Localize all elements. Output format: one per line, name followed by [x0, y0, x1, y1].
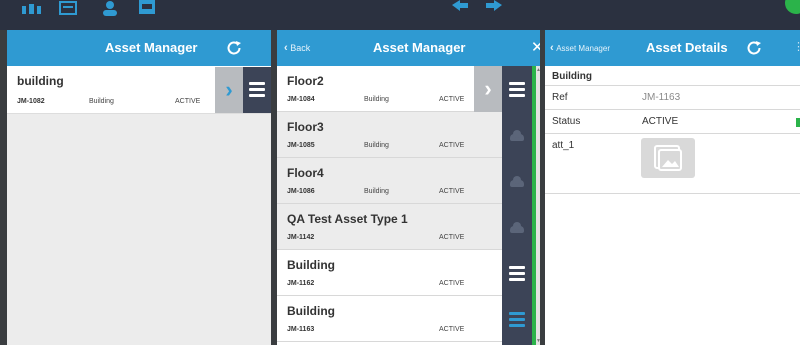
pane-header: ‹ Asset Manager Asset Details ⋮ — [545, 30, 800, 66]
asset-name: Floor2 — [287, 74, 324, 88]
status-indicator — [785, 0, 800, 14]
asset-type: Building — [364, 142, 389, 149]
asset-ref: JM-1084 — [287, 96, 315, 103]
back-label: Back — [290, 43, 311, 53]
details-heading: Building — [552, 71, 592, 82]
asset-ref: JM-1142 — [287, 234, 315, 241]
chevron-left-icon: ‹ — [550, 42, 554, 54]
scrollbar[interactable]: ▲ ▼ — [536, 66, 540, 345]
scroll-down-icon[interactable]: ▼ — [536, 338, 540, 344]
field-label: Ref — [552, 92, 568, 103]
asset-type: Building — [364, 188, 389, 195]
list-item[interactable]: Building JM-1162 ACTIVE — [277, 250, 502, 296]
asset-ref: JM-1162 — [287, 280, 315, 287]
asset-type: Building — [364, 96, 389, 103]
asset-name: building — [17, 74, 64, 88]
menu-button[interactable] — [502, 66, 532, 112]
asset-manager-pane-root: Asset Manager building JM-1082 Building … — [7, 30, 271, 345]
asset-details-pane: ‹ Asset Manager Asset Details ⋮ Building… — [545, 30, 800, 345]
menu-button[interactable] — [502, 250, 532, 296]
asset-name: Floor3 — [287, 120, 324, 134]
details-heading-row: Building — [545, 66, 800, 86]
list-item[interactable]: building JM-1082 Building ACTIVE › — [7, 66, 271, 114]
list-item[interactable]: Floor4 JM-1086 Building ACTIVE — [277, 158, 502, 204]
asset-status: ACTIVE — [439, 188, 465, 195]
cloud-icon — [510, 176, 524, 187]
inbox-icon[interactable] — [137, 0, 157, 16]
field-label: Status — [552, 116, 581, 127]
chevron-left-icon: ‹ — [284, 42, 288, 54]
asset-status: ACTIVE — [439, 326, 465, 333]
field-label: att_1 — [552, 140, 575, 151]
asset-name: Building — [287, 258, 335, 272]
cloud-icon — [510, 130, 524, 141]
pane-header: ‹ Back Asset Manager ✕ — [277, 30, 540, 66]
drill-down-button[interactable]: › — [215, 67, 243, 113]
asset-ref: JM-1086 — [287, 188, 315, 195]
list-item[interactable]: QA Test Asset Type 1 JM-1142 ACTIVE — [277, 204, 502, 250]
asset-list: Floor2 JM-1084 Building ACTIVE › Floor3 … — [277, 66, 502, 345]
asset-name: Building — [287, 304, 335, 318]
asset-status: ACTIVE — [439, 234, 465, 241]
asset-ref: JM-1163 — [287, 326, 315, 333]
refresh-icon[interactable] — [745, 39, 763, 57]
drill-down-button[interactable]: › — [474, 66, 502, 112]
field-value: ACTIVE — [642, 116, 679, 127]
cloud-button[interactable] — [502, 204, 532, 250]
pane-title: Asset Manager — [373, 40, 466, 55]
cloud-icon — [510, 222, 524, 233]
list-item[interactable]: Floor3 JM-1085 Building ACTIVE — [277, 112, 502, 158]
pane-title: Asset Manager — [105, 40, 198, 55]
top-toolbar — [0, 0, 800, 30]
menu-button[interactable] — [502, 296, 532, 345]
asset-ref: JM-1085 — [287, 142, 315, 149]
document-icon[interactable] — [58, 0, 78, 16]
asset-status: ACTIVE — [439, 280, 465, 287]
scroll-up-icon[interactable]: ▲ — [536, 67, 540, 73]
arrow-left-icon[interactable] — [450, 0, 470, 16]
asset-type: Building — [89, 98, 114, 105]
back-button[interactable]: ‹ Back — [284, 42, 310, 54]
more-icon[interactable]: ⋮ — [793, 40, 800, 53]
asset-name: Floor4 — [287, 166, 324, 180]
status-indicator — [796, 118, 800, 127]
pane-header: Asset Manager — [7, 30, 271, 66]
refresh-icon[interactable] — [225, 39, 243, 57]
chevron-right-icon: › — [484, 76, 492, 101]
asset-ref: JM-1082 — [17, 98, 45, 105]
field-value: JM-1163 — [642, 92, 681, 103]
image-placeholder[interactable] — [641, 138, 695, 178]
pane-title: Asset Details — [646, 40, 728, 55]
item-action-rail — [502, 66, 532, 345]
list-item[interactable]: Floor2 JM-1084 Building ACTIVE › — [277, 66, 502, 112]
cloud-button[interactable] — [502, 112, 532, 158]
menu-button[interactable] — [243, 67, 271, 113]
close-icon[interactable]: ✕ — [531, 38, 540, 56]
back-button[interactable]: ‹ Asset Manager — [550, 42, 610, 54]
asset-manager-pane-children: ‹ Back Asset Manager ✕ Floor2 JM-1084 Bu… — [277, 30, 540, 345]
asset-status: ACTIVE — [439, 142, 465, 149]
cloud-button[interactable] — [502, 158, 532, 204]
asset-status: ACTIVE — [439, 96, 465, 103]
home-icon[interactable] — [20, 0, 44, 16]
arrow-right-icon[interactable] — [484, 0, 504, 16]
chevron-right-icon: › — [225, 77, 233, 102]
field-row: Ref JM-1163 — [545, 86, 800, 110]
list-item[interactable]: Building JM-1163 ACTIVE — [277, 296, 502, 342]
image-icon — [654, 145, 682, 171]
asset-status: ACTIVE — [175, 98, 201, 105]
field-row: Status ACTIVE — [545, 110, 800, 134]
back-label: Asset Manager — [556, 44, 610, 53]
asset-name: QA Test Asset Type 1 — [287, 212, 408, 226]
user-icon[interactable] — [100, 0, 120, 16]
